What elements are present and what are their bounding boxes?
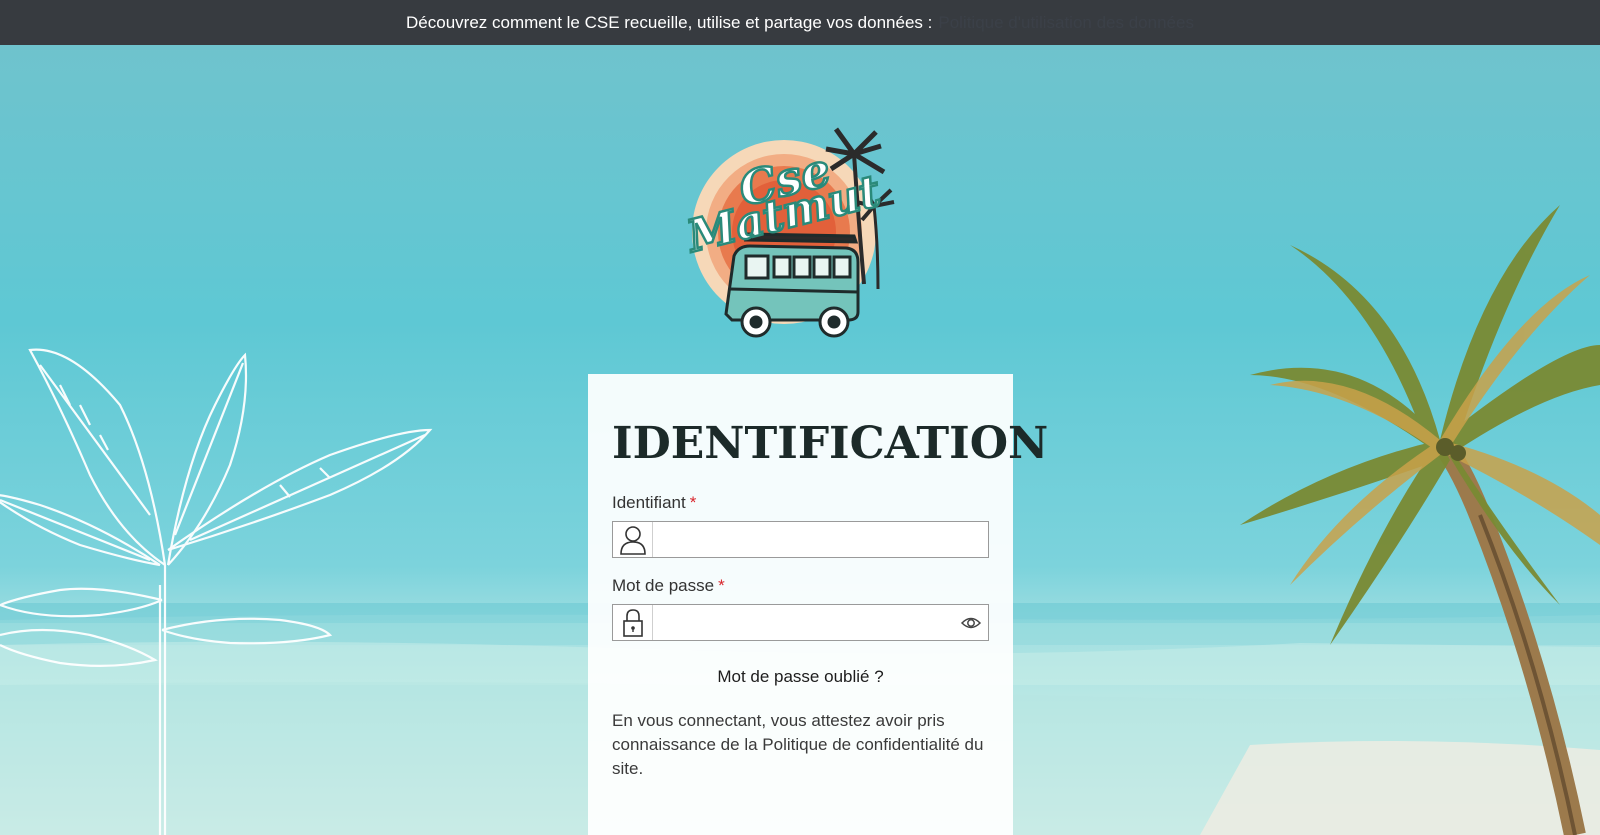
privacy-banner: Découvrez comment le CSE recueille, util… (0, 0, 1600, 45)
user-icon (613, 522, 653, 557)
login-card: IDENTIFICATION Identifiant * Mot de passe… (588, 374, 1049, 835)
cse-matmut-logo: Cse Matmut (686, 127, 895, 338)
page-title: IDENTIFICATION (612, 418, 1049, 469)
lock-icon (613, 605, 653, 640)
username-field (612, 521, 989, 558)
username-label: Identifiant * (612, 493, 697, 512)
required-marker: * (689, 493, 697, 512)
username-input[interactable] (653, 523, 988, 556)
privacy-policy-link[interactable]: Politique d'utilisation des données (938, 13, 1194, 33)
password-label: Mot de passe * (612, 576, 725, 595)
forgot-password-link[interactable]: Mot de passe oublié ? (612, 667, 989, 687)
required-marker: * (718, 576, 725, 595)
eye-icon[interactable] (960, 613, 982, 633)
privacy-banner-text: Découvrez comment le CSE recueille, util… (406, 12, 933, 32)
password-input[interactable] (653, 606, 988, 639)
privacy-notice: En vous connectant, vous attestez avoir … (612, 711, 984, 778)
password-field (612, 604, 989, 641)
